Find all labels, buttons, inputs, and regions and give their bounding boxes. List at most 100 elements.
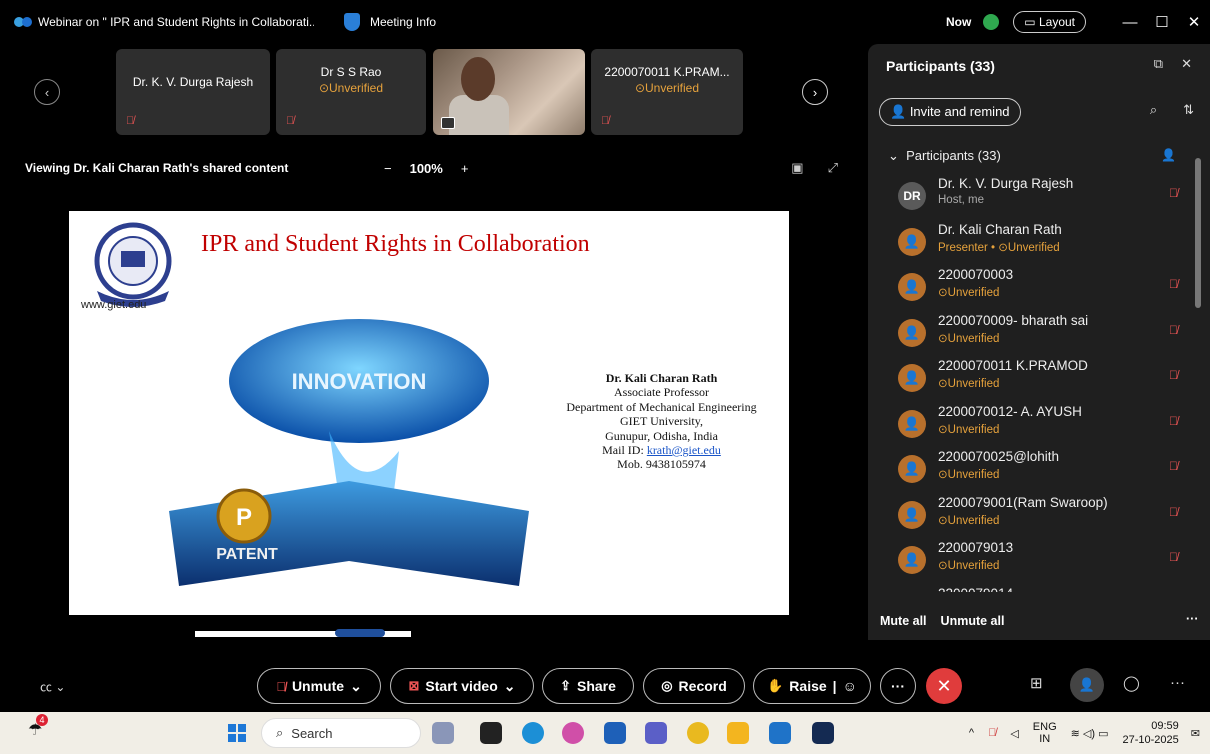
viewing-label: Viewing Dr. Kali Charan Rath's shared co… [25,161,289,175]
leave-button[interactable]: ✕ [926,668,962,704]
signal-icon[interactable] [983,14,1000,30]
close-panel-icon[interactable]: ✕ [1181,56,1192,72]
record-button[interactable]: ◎ Record [643,668,745,704]
annotate-icon[interactable]: ▣ [791,160,803,176]
search-icon[interactable]: ⌕ [1150,102,1157,118]
notification-icon[interactable]: ✉ [1191,727,1200,740]
mic-off-icon[interactable]: 🎙̸ [1169,186,1178,200]
animal-app-icon[interactable] [432,722,454,744]
mail-link[interactable]: krath@giet.edu [647,443,721,457]
slide-scrollbar[interactable] [195,629,411,637]
explorer-icon[interactable] [727,722,749,744]
slide-scroll-thumb[interactable] [335,629,385,637]
participant-status: ⊙Unverified [938,378,1000,390]
participants-toggle-button[interactable]: 👤 [1070,668,1104,702]
zoom-level: 100% [409,160,443,176]
mail-prefix: Mail ID: [602,443,647,458]
participant-row[interactable]: 👤 2200070025@lohith ⊙Unverified 🎙̸ [868,445,1190,491]
dell-icon[interactable] [769,722,791,744]
mute-all-button[interactable]: Mute all [880,614,927,628]
start-video-button[interactable]: ⊠ Start video ⌄ [390,668,534,704]
lobby-icon[interactable]: 👤 [1161,148,1176,162]
mic-off-icon[interactable]: 🎙̸ [1169,368,1178,382]
participant-row[interactable]: 👤 2200070003 ⊙Unverified 🎙̸ [868,263,1190,309]
video-tile[interactable]: Dr S S Rao ⊙Unverified 🎙̸ [276,49,426,135]
minimize-button[interactable]: — [1114,14,1146,31]
apps-icon[interactable]: ⊞ [1030,674,1043,692]
layout-button[interactable]: ▭ Layout [1013,11,1086,33]
lang-primary: ENG [1032,721,1057,733]
invite-label: Invite and remind [909,104,1010,119]
now-label: Now [945,15,972,29]
participant-row[interactable]: 👤 2200079013 ⊙Unverified 🎙̸ [868,536,1190,582]
participant-status: ⊙Unverified [938,514,1000,527]
maximize-button[interactable]: ☐ [1146,13,1178,31]
location-icon[interactable]: ◁ [1010,727,1018,740]
participant-row[interactable]: 👤2200079014🎙̸ [868,582,1190,592]
participant-row[interactable]: 👤 2200079001(Ram Swaroop) ⊙Unverified 🎙̸ [868,491,1190,537]
panel-scroll-thumb[interactable] [1195,158,1201,308]
edge-icon[interactable] [522,722,544,744]
chat-icon[interactable]: ◯ [1123,674,1140,692]
more-controls-button[interactable]: ··· [880,668,916,704]
mic-off-icon[interactable]: 🎙̸ [1169,505,1178,519]
participants-panel: Participants (33) ⧉ ✕ 👤 Invite and remin… [868,44,1210,640]
task-view-icon[interactable] [480,722,502,744]
taskbar-search[interactable]: ⌕ Search [261,718,421,748]
participant-row[interactable]: DR Dr. K. V. Durga Rajesh Host, me 🎙̸ [868,172,1190,218]
tile-name-block: 2200070011 K.PRAM... ⊙Unverified [591,65,743,95]
participant-name: 2200070011 K.PRAMOD [938,358,1088,373]
person-head [461,57,495,101]
mic-off-icon[interactable]: 🎙̸ [1169,277,1178,291]
share-button[interactable]: ⇪ Share [542,668,634,704]
fullscreen-icon[interactable]: ⤢ [828,160,838,176]
author-block: Dr. Kali Charan Rath Associate Professor… [539,371,784,472]
webex-icon[interactable] [812,722,834,744]
participant-row[interactable]: 👤 2200070012- A. AYUSH ⊙Unverified 🎙̸ [868,400,1190,446]
video-tile-camera[interactable] [433,49,585,135]
store-icon[interactable] [604,722,626,744]
close-button[interactable]: ✕ [1178,13,1210,31]
unmute-button[interactable]: 🎙̸ Unmute ⌄ [257,668,381,704]
zoom-out-button[interactable]: − [384,161,392,176]
participant-row[interactable]: 👤 Dr. Kali Charan Rath Presenter • ⊙Unveri… [868,218,1190,264]
participant-row[interactable]: 👤 2200070011 K.PRAMOD ⊙Unverified 🎙̸ [868,354,1190,400]
person-icon: 👤 [1078,677,1096,692]
chevron-up-icon[interactable]: ^ [969,727,974,739]
clock[interactable]: 09:59 27-10-2025 [1123,719,1179,747]
svg-text:P: P [236,504,252,531]
teams-icon[interactable] [645,722,667,744]
panel-scrollbar[interactable] [1194,144,1202,604]
mic-off-icon[interactable]: 🎙̸ [1169,323,1178,337]
raise-button[interactable]: ✋ Raise | ☺ [753,668,871,704]
reactions-icon[interactable]: ☺ [843,678,857,694]
participant-name: 2200070012- A. AYUSH [938,403,1082,419]
participant-row[interactable]: 👤 2200070009- bharath sai ⊙Unverified 🎙̸ [868,309,1190,355]
participants-group-header[interactable]: ⌄ Participants (33) [888,148,1001,164]
start-icon[interactable] [228,724,246,742]
strip-next-button[interactable]: › [802,79,828,105]
popout-icon[interactable]: ⧉ [1154,56,1163,72]
meeting-info-button[interactable]: Meeting Info [344,13,436,31]
captions-button[interactable]: ㏄ ⌄ [40,678,65,695]
mic-muted-icon[interactable]: 🎙̸ [988,727,996,739]
more-icon[interactable]: ··· [1170,674,1185,691]
language-indicator[interactable]: ENG IN [1033,721,1057,745]
mic-off-icon[interactable]: 🎙̸ [1169,550,1178,564]
video-tile[interactable]: Dr. K. V. Durga Rajesh 🎙̸ [116,49,270,135]
more-options-button[interactable]: ··· [1186,612,1199,626]
author-name: Dr. Kali Charan Rath [605,371,718,385]
participant-status: ⊙Unverified [938,287,1000,299]
copilot-icon[interactable] [562,722,584,744]
zoom-in-button[interactable]: + [461,161,469,176]
patent-label: PATENT [216,546,278,563]
strip-prev-button[interactable]: ‹ [34,79,60,105]
chrome-icon[interactable] [687,722,709,744]
unmute-all-button[interactable]: Unmute all [941,614,1005,628]
video-tile[interactable]: 2200070011 K.PRAM... ⊙Unverified 🎙̸ [591,49,743,135]
mic-off-icon[interactable]: 🎙̸ [1169,459,1178,473]
sort-icon[interactable]: ⇅ [1183,102,1194,118]
invite-button[interactable]: 👤 Invite and remind [879,98,1021,126]
network-volume-battery-icon[interactable]: ≋ ◁) ▭ [1071,727,1109,740]
mic-off-icon[interactable]: 🎙̸ [1169,414,1178,428]
